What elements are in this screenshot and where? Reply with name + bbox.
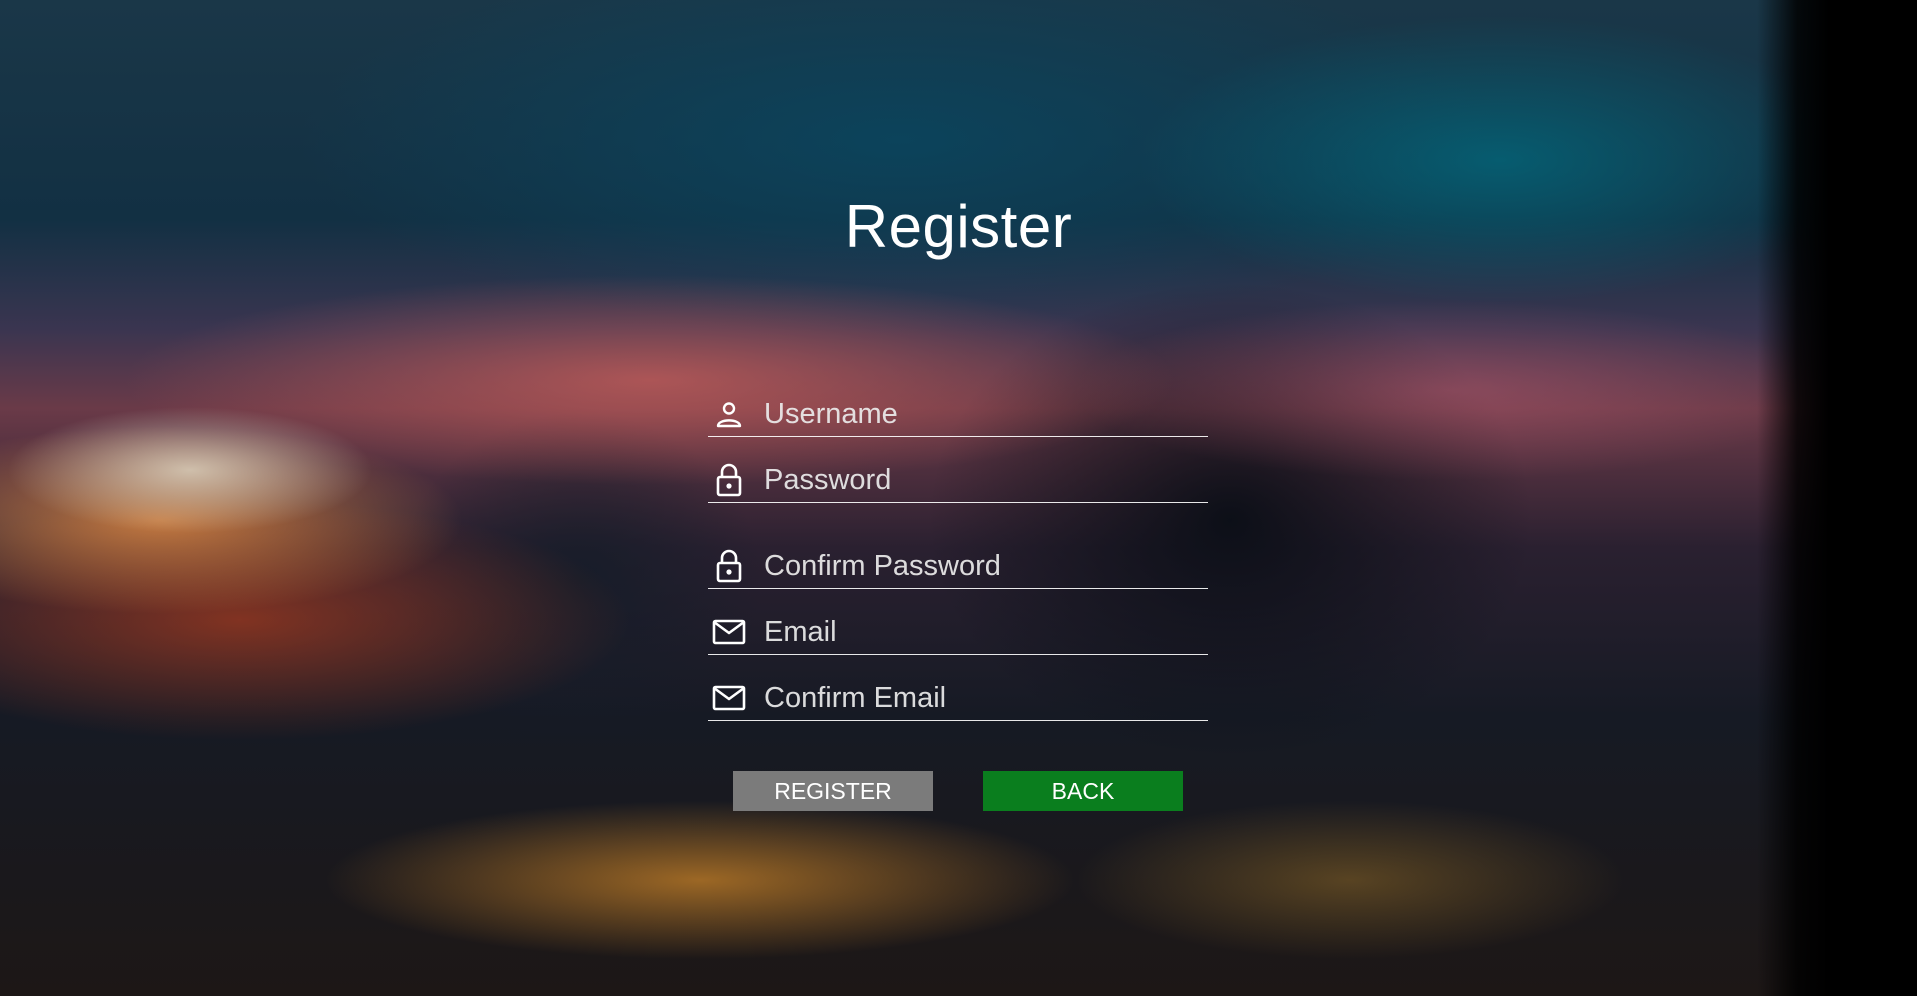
right-dark-edge <box>1757 0 1917 996</box>
confirm-password-input[interactable] <box>764 546 1208 586</box>
register-screen: Register Username Email Confirm Email RE… <box>0 0 1917 996</box>
mail-icon <box>710 613 748 651</box>
confirm-email-field-row <box>708 676 1208 721</box>
user-icon <box>710 395 748 433</box>
confirm-email-input[interactable] <box>764 678 1208 718</box>
page-title: Register <box>844 193 1073 260</box>
lock-icon <box>710 547 748 585</box>
username-input[interactable] <box>764 394 1208 434</box>
password-field-row <box>708 458 1208 503</box>
password-input[interactable] <box>764 460 1208 500</box>
lock-icon <box>710 461 748 499</box>
confirm-password-field-row <box>708 544 1208 589</box>
back-button[interactable]: BACK <box>983 771 1183 811</box>
mail-icon <box>710 679 748 717</box>
email-input[interactable] <box>764 612 1208 652</box>
username-field-row <box>708 392 1208 437</box>
email-field-row <box>708 610 1208 655</box>
register-button[interactable]: REGISTER <box>733 771 933 811</box>
